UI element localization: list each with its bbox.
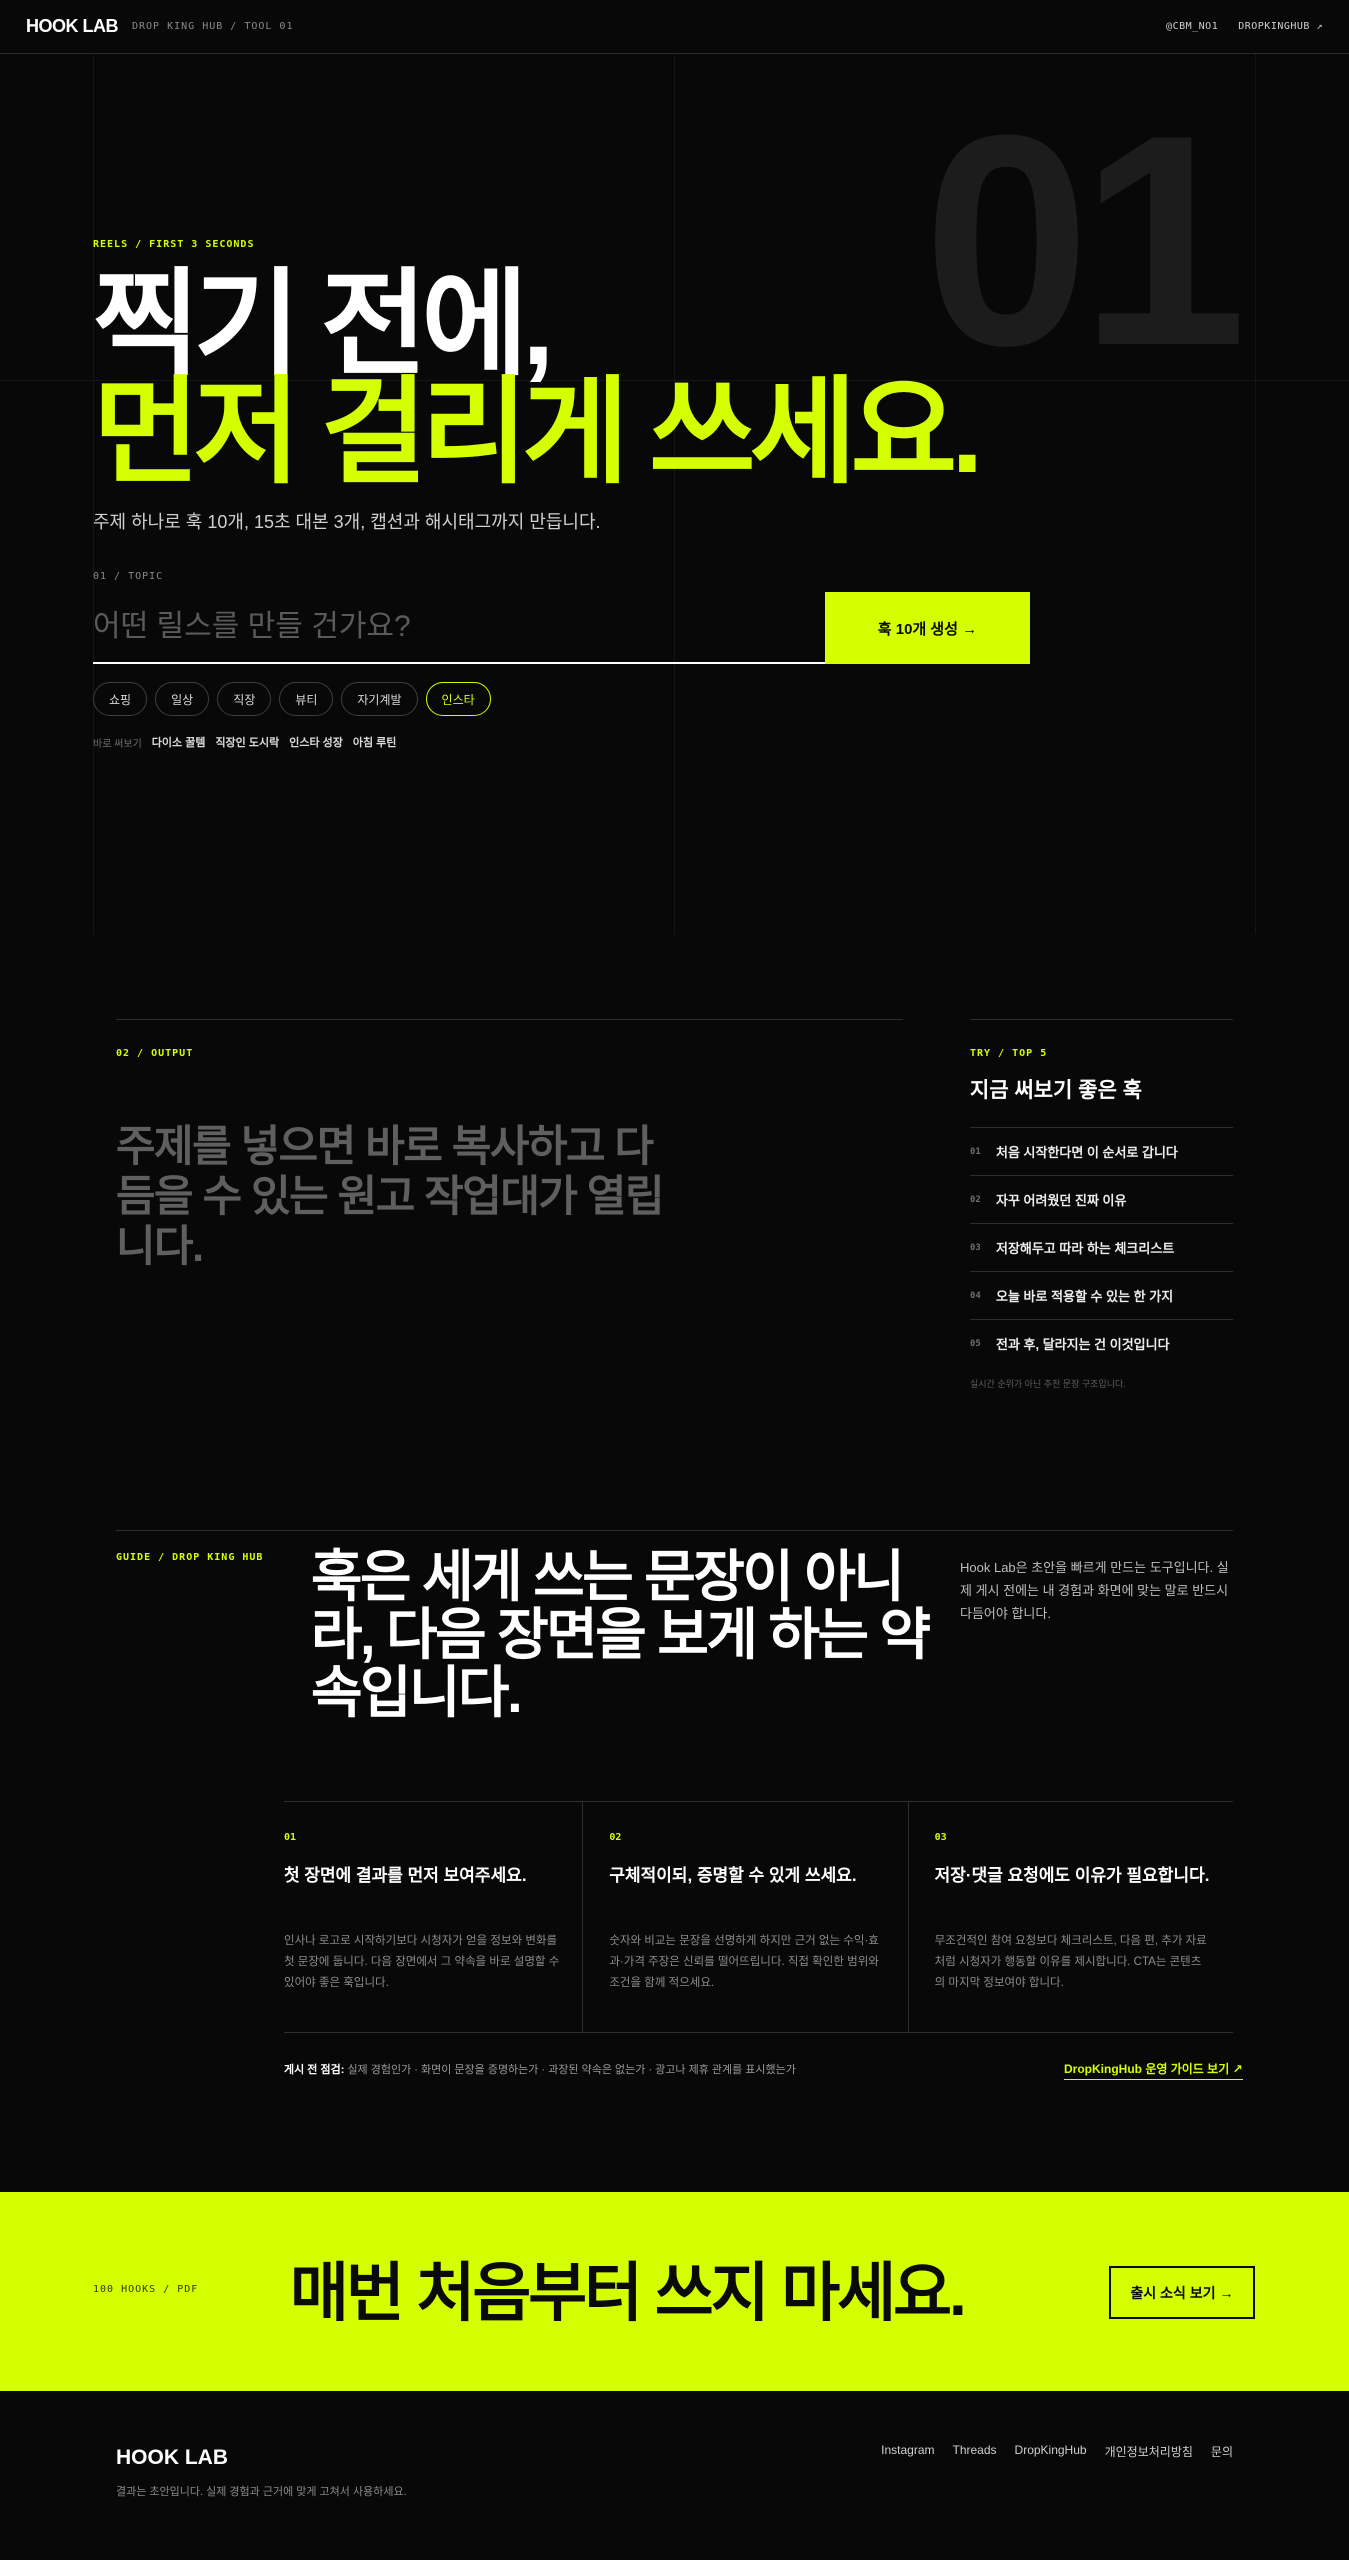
quick-suggestions: 바로 써보기 다이소 꿀템 직장인 도시락 인스타 성장 아침 루틴: [93, 734, 396, 750]
dropkinghub-link[interactable]: DROPKINGHUB ↗: [1238, 21, 1323, 32]
breadcrumb: DROP KING HUB / TOOL 01: [132, 21, 294, 32]
grid-line: [1255, 54, 1256, 934]
posting-checklist: 게시 전 점검: 실제 경험인가 · 화면이 문장을 증명하는가 · 과장된 약…: [284, 2061, 796, 2077]
brand-logo[interactable]: HOOK LAB: [26, 16, 119, 37]
guide-cards: 01 첫 장면에 결과를 먼저 보여주세요. 인사나 로고로 시작하기보다 시청…: [284, 1801, 1233, 2033]
handle-link[interactable]: @CBM_NO1: [1166, 21, 1218, 32]
footer-brand: HOOK LAB: [116, 2446, 228, 2469]
item-number: 01: [970, 1146, 981, 1157]
footer-link-privacy[interactable]: 개인정보처리방침: [1105, 2443, 1193, 2460]
list-item[interactable]: 01 처음 시작한다면 이 순서로 갑니다: [970, 1127, 1233, 1175]
guide-kicker: GUIDE / DROP KING HUB: [116, 1552, 264, 1563]
chip-self-development[interactable]: 자기계발: [341, 682, 418, 716]
hero-title-line-2: 먼저 걸리게 쓰세요.: [93, 367, 983, 497]
item-text: 오늘 바로 적용할 수 있는 한 가지: [996, 1289, 1174, 1304]
guide-description: Hook Lab은 초안을 빠르게 만드는 도구입니다. 실제 게시 전에는 내…: [960, 1560, 1229, 1621]
item-number: 03: [970, 1242, 981, 1253]
topic-label: 01 / TOPIC: [93, 571, 164, 582]
hero-subtitle: 주제 하나로 훅 10개, 15초 대본 3개, 캡션과 해시태그까지 만듭니다…: [93, 512, 601, 532]
launch-news-button[interactable]: 출시 소식 보기 →: [1109, 2266, 1255, 2319]
chip-daily[interactable]: 일상: [155, 682, 210, 716]
checklist-text: 실제 경험인가 · 화면이 문장을 증명하는가 · 과장된 약속은 없는가 · …: [347, 2064, 796, 2076]
hero-title: 찍기 전에, 먼저 걸리게 쓰세요.: [93, 259, 983, 497]
guide-card: 01 첫 장면에 결과를 먼저 보여주세요. 인사나 로고로 시작하기보다 시청…: [284, 1802, 582, 2032]
try-note: 실시간 순위가 아닌 추천 문장 구조입니다.: [970, 1379, 1126, 1389]
card-number: 02: [609, 1832, 622, 1843]
card-title: 구체적이되, 증명할 수 있게 쓰세요.: [609, 1866, 857, 1885]
list-item[interactable]: 03 저장해두고 따라 하는 체크리스트: [970, 1223, 1233, 1271]
divider: [116, 1530, 1233, 1531]
quick-item[interactable]: 다이소 꿀템: [152, 734, 206, 750]
quick-item[interactable]: 아침 루틴: [353, 734, 397, 750]
quick-item[interactable]: 직장인 도시락: [215, 734, 279, 750]
item-text: 자꾸 어려웠던 진짜 이유: [996, 1193, 1127, 1208]
guide-title: 훅은 세게 쓰는 문장이 아니라, 다음 장면을 보게 하는 약속입니다.: [311, 1545, 931, 1724]
top-hooks-list: 01 처음 시작한다면 이 순서로 갑니다 02 자꾸 어려웠던 진짜 이유 03 저…: [970, 1127, 1233, 1367]
card-body: 무조건적인 참여 요청보다 체크리스트, 다음 편, 추가 자료처럼 시청자가 …: [934, 1935, 1207, 1989]
output-placeholder-text: 주제를 넣으면 바로 복사하고 다듬을 수 있는 원고 작업대가 열립니다.: [116, 1123, 665, 1271]
try-title: 지금 써보기 좋은 훅: [970, 1079, 1143, 1102]
generate-hooks-button[interactable]: 훅 10개 생성 →: [825, 592, 1030, 664]
footer-note: 결과는 초안입니다. 실제 경험과 근거에 맞게 고쳐서 사용하세요.: [116, 2486, 407, 2498]
topic-input[interactable]: [93, 592, 825, 664]
footer-links: Instagram Threads DropKingHub 개인정보처리방침 문…: [881, 2443, 1233, 2460]
chip-beauty[interactable]: 뷰티: [279, 682, 334, 716]
card-title: 저장·댓글 요청에도 이유가 필요합니다.: [934, 1866, 1210, 1885]
quick-item[interactable]: 인스타 성장: [289, 734, 343, 750]
list-item[interactable]: 04 오늘 바로 적용할 수 있는 한 가지: [970, 1271, 1233, 1319]
footer-link-instagram[interactable]: Instagram: [881, 2443, 934, 2460]
item-text: 처음 시작한다면 이 순서로 갑니다: [996, 1145, 1178, 1160]
topic-chips: 쇼핑 일상 직장 뷰티 자기계발 인스타: [93, 682, 491, 716]
list-item[interactable]: 02 자꾸 어려웠던 진짜 이유: [970, 1175, 1233, 1223]
checklist-label: 게시 전 점검:: [284, 2064, 345, 2076]
footer-link-contact[interactable]: 문의: [1211, 2443, 1233, 2460]
output-kicker: 02 / OUTPUT: [116, 1048, 194, 1059]
cta-band: 100 HOOKS / PDF 매번 처음부터 쓰지 마세요. 출시 소식 보기…: [0, 2192, 1349, 2391]
divider: [116, 1019, 903, 1020]
chip-instagram[interactable]: 인스타: [425, 682, 491, 716]
guide-card: 02 구체적이되, 증명할 수 있게 쓰세요. 숫자와 비교는 문장을 선명하게…: [582, 1802, 907, 2032]
try-kicker: TRY / TOP 5: [970, 1048, 1048, 1059]
topbar-links: @CBM_NO1 DROPKINGHUB ↗: [1166, 21, 1323, 32]
card-number: 03: [934, 1832, 947, 1843]
card-body: 숫자와 비교는 문장을 선명하게 하지만 근거 없는 수익·효과·가격 주장은 …: [609, 1935, 879, 1989]
quick-label: 바로 써보기: [93, 738, 142, 750]
list-item[interactable]: 05 전과 후, 달라지는 건 이것입니다: [970, 1319, 1233, 1367]
item-text: 전과 후, 달라지는 건 이것입니다: [996, 1337, 1170, 1352]
hero-title-line-1: 찍기 전에,: [93, 259, 554, 389]
operating-guide-link[interactable]: DropKingHub 운영 가이드 보기 ↗: [1064, 2060, 1243, 2080]
item-text: 저장해두고 따라 하는 체크리스트: [996, 1241, 1175, 1256]
item-number: 05: [970, 1338, 981, 1349]
card-title: 첫 장면에 결과를 먼저 보여주세요.: [284, 1866, 527, 1885]
item-number: 02: [970, 1194, 981, 1205]
cta-kicker: 100 HOOKS / PDF: [93, 2284, 199, 2295]
cta-title: 매번 처음부터 쓰지 마세요.: [290, 2257, 967, 2329]
top-navigation-bar: HOOK LAB DROP KING HUB / TOOL 01 @CBM_NO…: [0, 0, 1349, 54]
divider: [970, 1019, 1233, 1020]
item-number: 04: [970, 1290, 981, 1301]
chip-shopping[interactable]: 쇼핑: [93, 682, 148, 716]
guide-card: 03 저장·댓글 요청에도 이유가 필요합니다. 무조건적인 참여 요청보다 체…: [907, 1802, 1233, 2032]
card-number: 01: [284, 1832, 297, 1843]
hero-kicker: REELS / FIRST 3 SECONDS: [93, 239, 255, 250]
card-body: 인사나 로고로 시작하기보다 시청자가 얻을 정보와 변화를 첫 문장에 둡니다…: [284, 1935, 560, 1989]
footer-link-dropkinghub[interactable]: DropKingHub: [1015, 2443, 1087, 2460]
chip-work[interactable]: 직장: [217, 682, 272, 716]
footer-link-threads[interactable]: Threads: [953, 2443, 997, 2460]
